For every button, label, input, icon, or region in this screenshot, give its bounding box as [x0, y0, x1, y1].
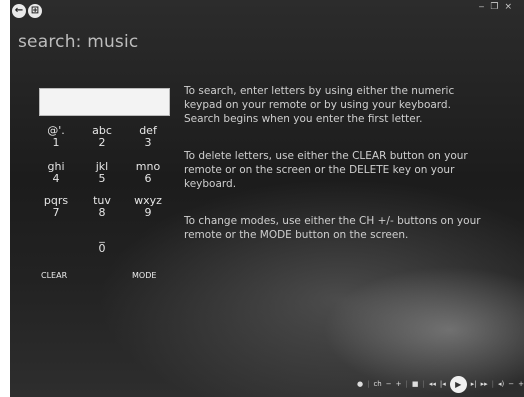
stop-button[interactable]: ■	[412, 380, 419, 388]
close-button[interactable]: ×	[504, 2, 518, 12]
key-digit: 6	[144, 172, 152, 185]
channel-down-button[interactable]: −	[386, 380, 392, 388]
volume-down-button[interactable]: −	[508, 380, 514, 388]
start-button[interactable]: ⊞	[28, 4, 42, 18]
key-6[interactable]: mno 6	[128, 161, 168, 185]
next-button[interactable]: ▸|	[471, 380, 477, 388]
nav-buttons: ← ⊞	[12, 4, 42, 18]
key-digit: 1	[52, 136, 60, 149]
transport-controls: ● | ch − + | ■ | ◂◂ |◂ ▶ ▸| ▸▸ | ◂) − +	[357, 375, 524, 393]
key-digit: 0	[98, 242, 106, 255]
instruction-delete: To delete letters, use either the CLEAR …	[184, 150, 468, 190]
channel-up-button[interactable]: +	[396, 380, 402, 388]
key-digit: 7	[52, 206, 60, 219]
fast-forward-button[interactable]: ▸▸	[481, 380, 488, 388]
minimize-button[interactable]: ‒	[479, 2, 491, 12]
key-3[interactable]: def 3	[128, 125, 168, 149]
key-digit: 5	[98, 172, 106, 185]
key-0[interactable]: _ 0	[82, 231, 122, 255]
previous-button[interactable]: |◂	[440, 380, 446, 388]
key-digit: 4	[52, 172, 60, 185]
page-title: search: music	[18, 32, 139, 52]
key-digit: 3	[144, 136, 152, 149]
separator: |	[405, 380, 408, 388]
restore-button[interactable]: ❐	[490, 2, 504, 12]
record-button[interactable]: ●	[357, 380, 363, 388]
key-1[interactable]: @'. 1	[36, 125, 76, 149]
separator: |	[367, 380, 370, 388]
mode-button[interactable]: MODE	[132, 271, 156, 280]
key-2[interactable]: abc 2	[82, 125, 122, 149]
clear-button[interactable]: CLEAR	[41, 271, 67, 280]
play-button[interactable]: ▶	[449, 375, 467, 393]
instruction-mode: To change modes, use either the CH +/- b…	[184, 215, 481, 241]
back-button[interactable]: ←	[12, 4, 26, 18]
search-input[interactable]	[39, 88, 170, 116]
separator: |	[422, 380, 425, 388]
volume-up-button[interactable]: +	[518, 380, 524, 388]
key-4[interactable]: ghi 4	[36, 161, 76, 185]
windows-logo-icon: ⊞	[30, 5, 40, 16]
instruction-search: To search, enter letters by using either…	[184, 85, 455, 125]
key-7[interactable]: pqrs 7	[36, 195, 76, 219]
key-digit: 8	[98, 206, 106, 219]
volume-icon[interactable]: ◂)	[498, 380, 504, 388]
back-arrow-icon: ←	[14, 5, 24, 16]
separator: |	[491, 380, 494, 388]
key-digit: 9	[144, 206, 152, 219]
key-9[interactable]: wxyz 9	[128, 195, 168, 219]
rewind-button[interactable]: ◂◂	[429, 380, 436, 388]
media-center-screen: ‒❐× ← ⊞ search: music @'. 1 abc 2 def 3 ghi…	[10, 0, 524, 397]
channel-label: ch	[373, 380, 382, 388]
key-digit: 2	[98, 136, 106, 149]
window-controls: ‒❐×	[479, 2, 518, 12]
play-icon: ▶	[455, 379, 462, 389]
key-8[interactable]: tuv 8	[82, 195, 122, 219]
key-5[interactable]: jkl 5	[82, 161, 122, 185]
